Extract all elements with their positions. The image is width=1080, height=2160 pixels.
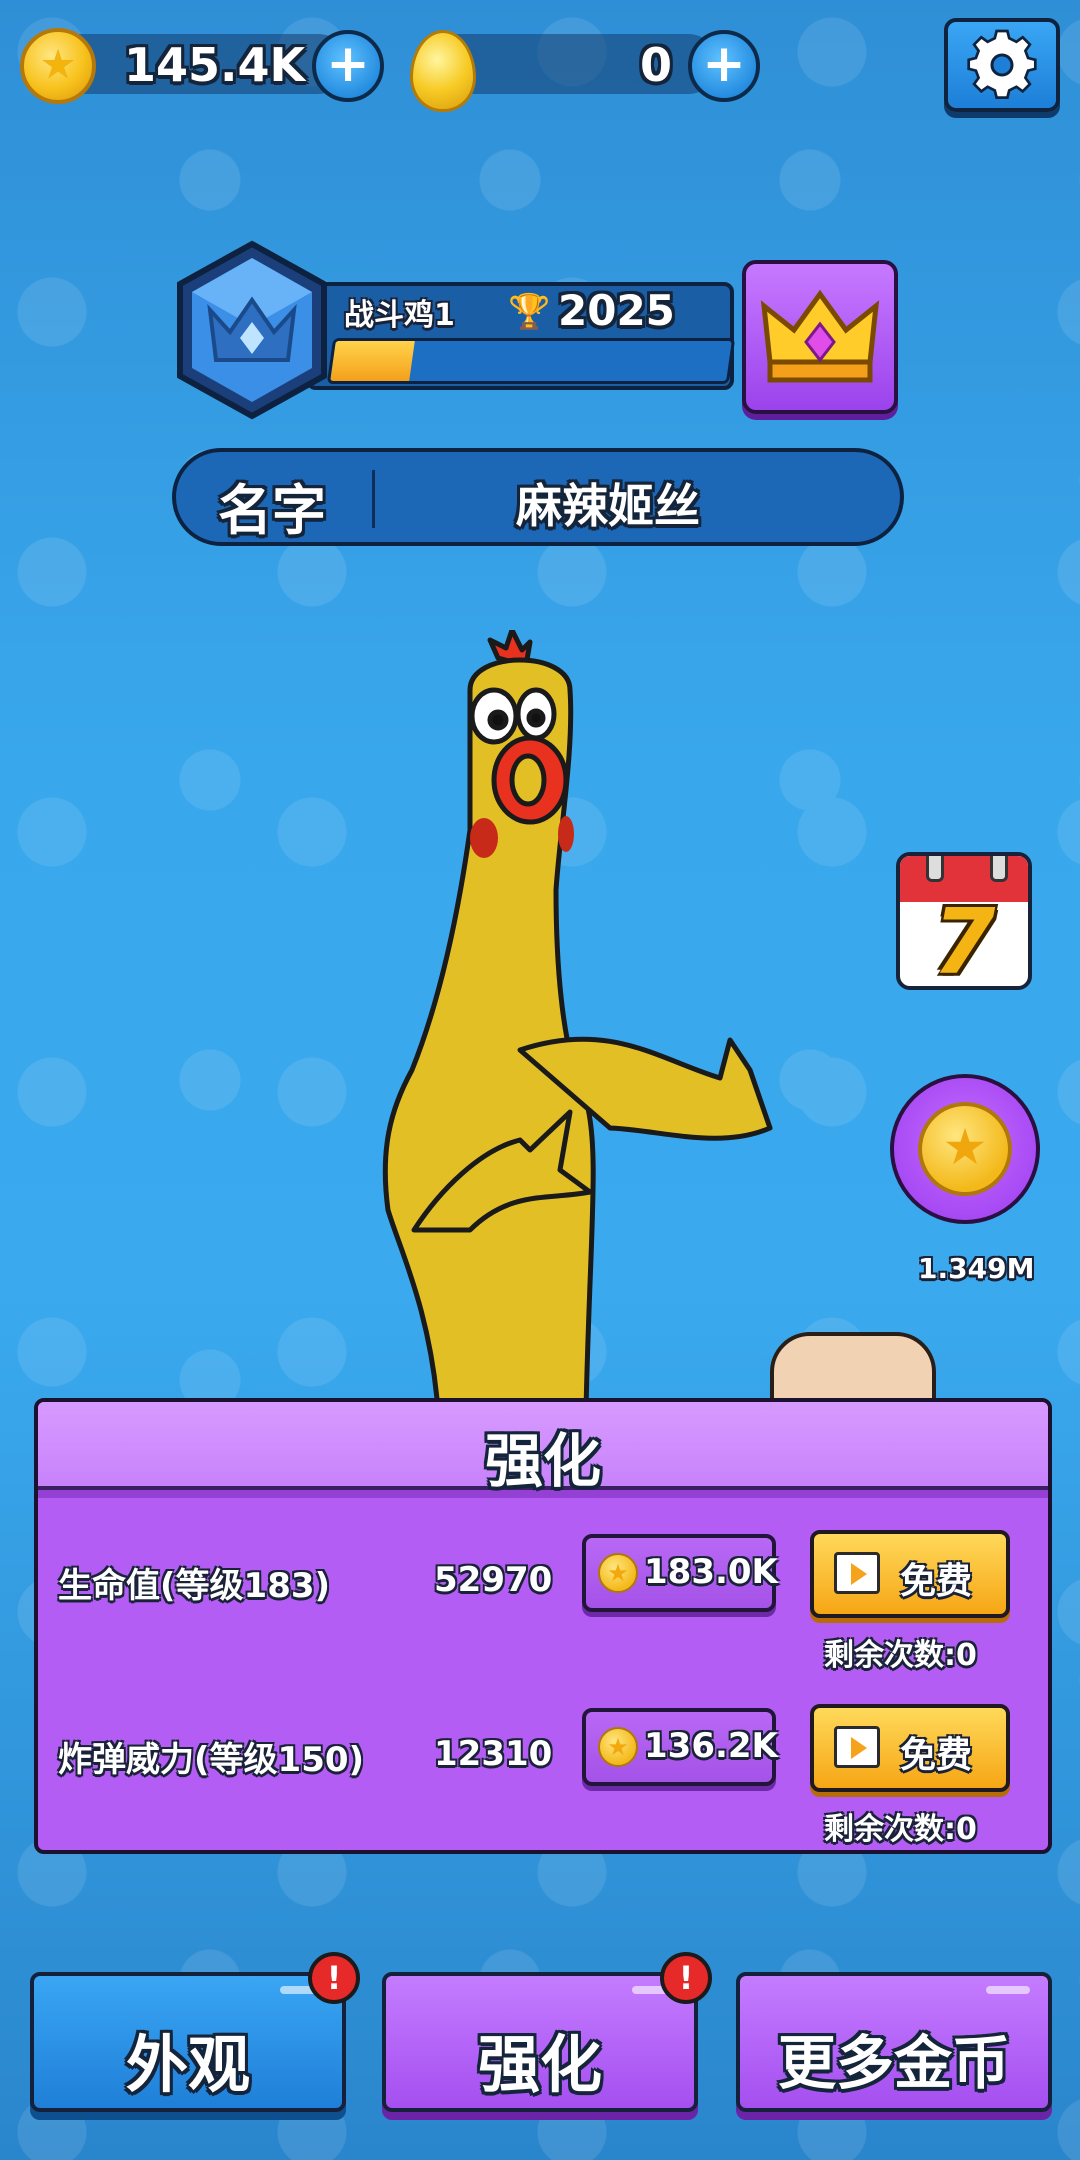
upgrade-panel-title: 强化	[484, 1427, 601, 1495]
rank-badge-icon[interactable]	[172, 240, 332, 420]
profile-bar[interactable]: 战斗鸡1 🏆 2025	[306, 282, 736, 390]
calendar-ring-right	[990, 856, 1008, 882]
star-coin-icon: ★	[598, 1553, 638, 1593]
trophy-count: 2025	[558, 286, 675, 335]
upgrade-panel: 强化 生命值(等级183) 52970 ★ 183.0K 免费 剩余次数:0 炸…	[34, 1398, 1052, 1854]
video-play-icon	[834, 1726, 880, 1768]
gear-icon	[967, 29, 1037, 99]
health-free-upgrade-button[interactable]: 免费	[810, 1530, 1010, 1618]
bomb-remaining-count: 剩余次数:0	[824, 1812, 977, 1847]
star-coin-icon: ★	[20, 28, 96, 104]
tab-upgrade[interactable]: 强化	[382, 1972, 698, 2112]
coin-reward-button[interactable]: ★	[890, 1074, 1040, 1224]
daily-calendar-button[interactable]: 7	[896, 852, 1032, 990]
tab-appearance[interactable]: 外观	[30, 1972, 346, 2112]
tab-upgrade-label: 强化	[477, 2028, 602, 2101]
crown-icon	[760, 289, 880, 383]
upgrade-alert-badge: !	[660, 1952, 712, 2004]
rubber-chicken-character	[382, 630, 773, 1410]
star-coin-icon: ★	[598, 1727, 638, 1767]
video-play-icon	[834, 1552, 880, 1594]
bomb-free-upgrade-button[interactable]: 免费	[810, 1704, 1010, 1792]
health-remaining-count: 剩余次数:0	[824, 1638, 977, 1673]
name-label: 名字	[218, 479, 326, 542]
health-free-label: 免费	[900, 1561, 973, 1602]
bomb-upgrade-cost: 136.2K	[644, 1726, 778, 1766]
tab-shine	[986, 1986, 1030, 1994]
add-gems-button[interactable]: +	[688, 30, 760, 102]
chicken-name: 战斗鸡1	[344, 298, 455, 333]
health-upgrade-cost: 183.0K	[644, 1552, 778, 1592]
calendar-day: 7	[932, 890, 996, 990]
coin-count: 145.4K	[124, 38, 306, 92]
tab-more-coins-label: 更多金币	[777, 2029, 1010, 2097]
name-divider	[372, 470, 375, 528]
appearance-alert-badge: !	[308, 1952, 360, 2004]
health-upgrade-cost-button[interactable]: ★ 183.0K	[582, 1534, 778, 1612]
coin-reward-amount: 1.349M	[918, 1252, 1035, 1285]
bomb-upgrade-cost-button[interactable]: ★ 136.2K	[582, 1708, 778, 1786]
coin-reward-icon: ★	[918, 1102, 1012, 1196]
bomb-upgrade-label: 炸弹威力(等级150)	[58, 1740, 365, 1780]
bomb-free-label: 免费	[900, 1735, 973, 1776]
gem-count: 0	[640, 38, 673, 92]
trophy-icon: 🏆	[508, 292, 551, 332]
crown-button[interactable]	[742, 260, 898, 414]
health-upgrade-value: 52970	[434, 1560, 553, 1600]
xp-progress-bar	[326, 338, 736, 384]
tab-appearance-label: 外观	[125, 2028, 250, 2101]
player-name-bar[interactable]: 名字 麻辣姬丝	[172, 448, 904, 546]
settings-button[interactable]	[944, 18, 1060, 112]
tab-more-coins[interactable]: 更多金币	[736, 1972, 1052, 2112]
player-name: 麻辣姬丝	[516, 479, 700, 533]
bomb-upgrade-value: 12310	[434, 1734, 553, 1774]
xp-progress-fill	[330, 341, 415, 381]
calendar-ring-left	[926, 856, 944, 882]
add-coins-button[interactable]: +	[312, 30, 384, 102]
health-upgrade-label: 生命值(等级183)	[58, 1566, 331, 1606]
